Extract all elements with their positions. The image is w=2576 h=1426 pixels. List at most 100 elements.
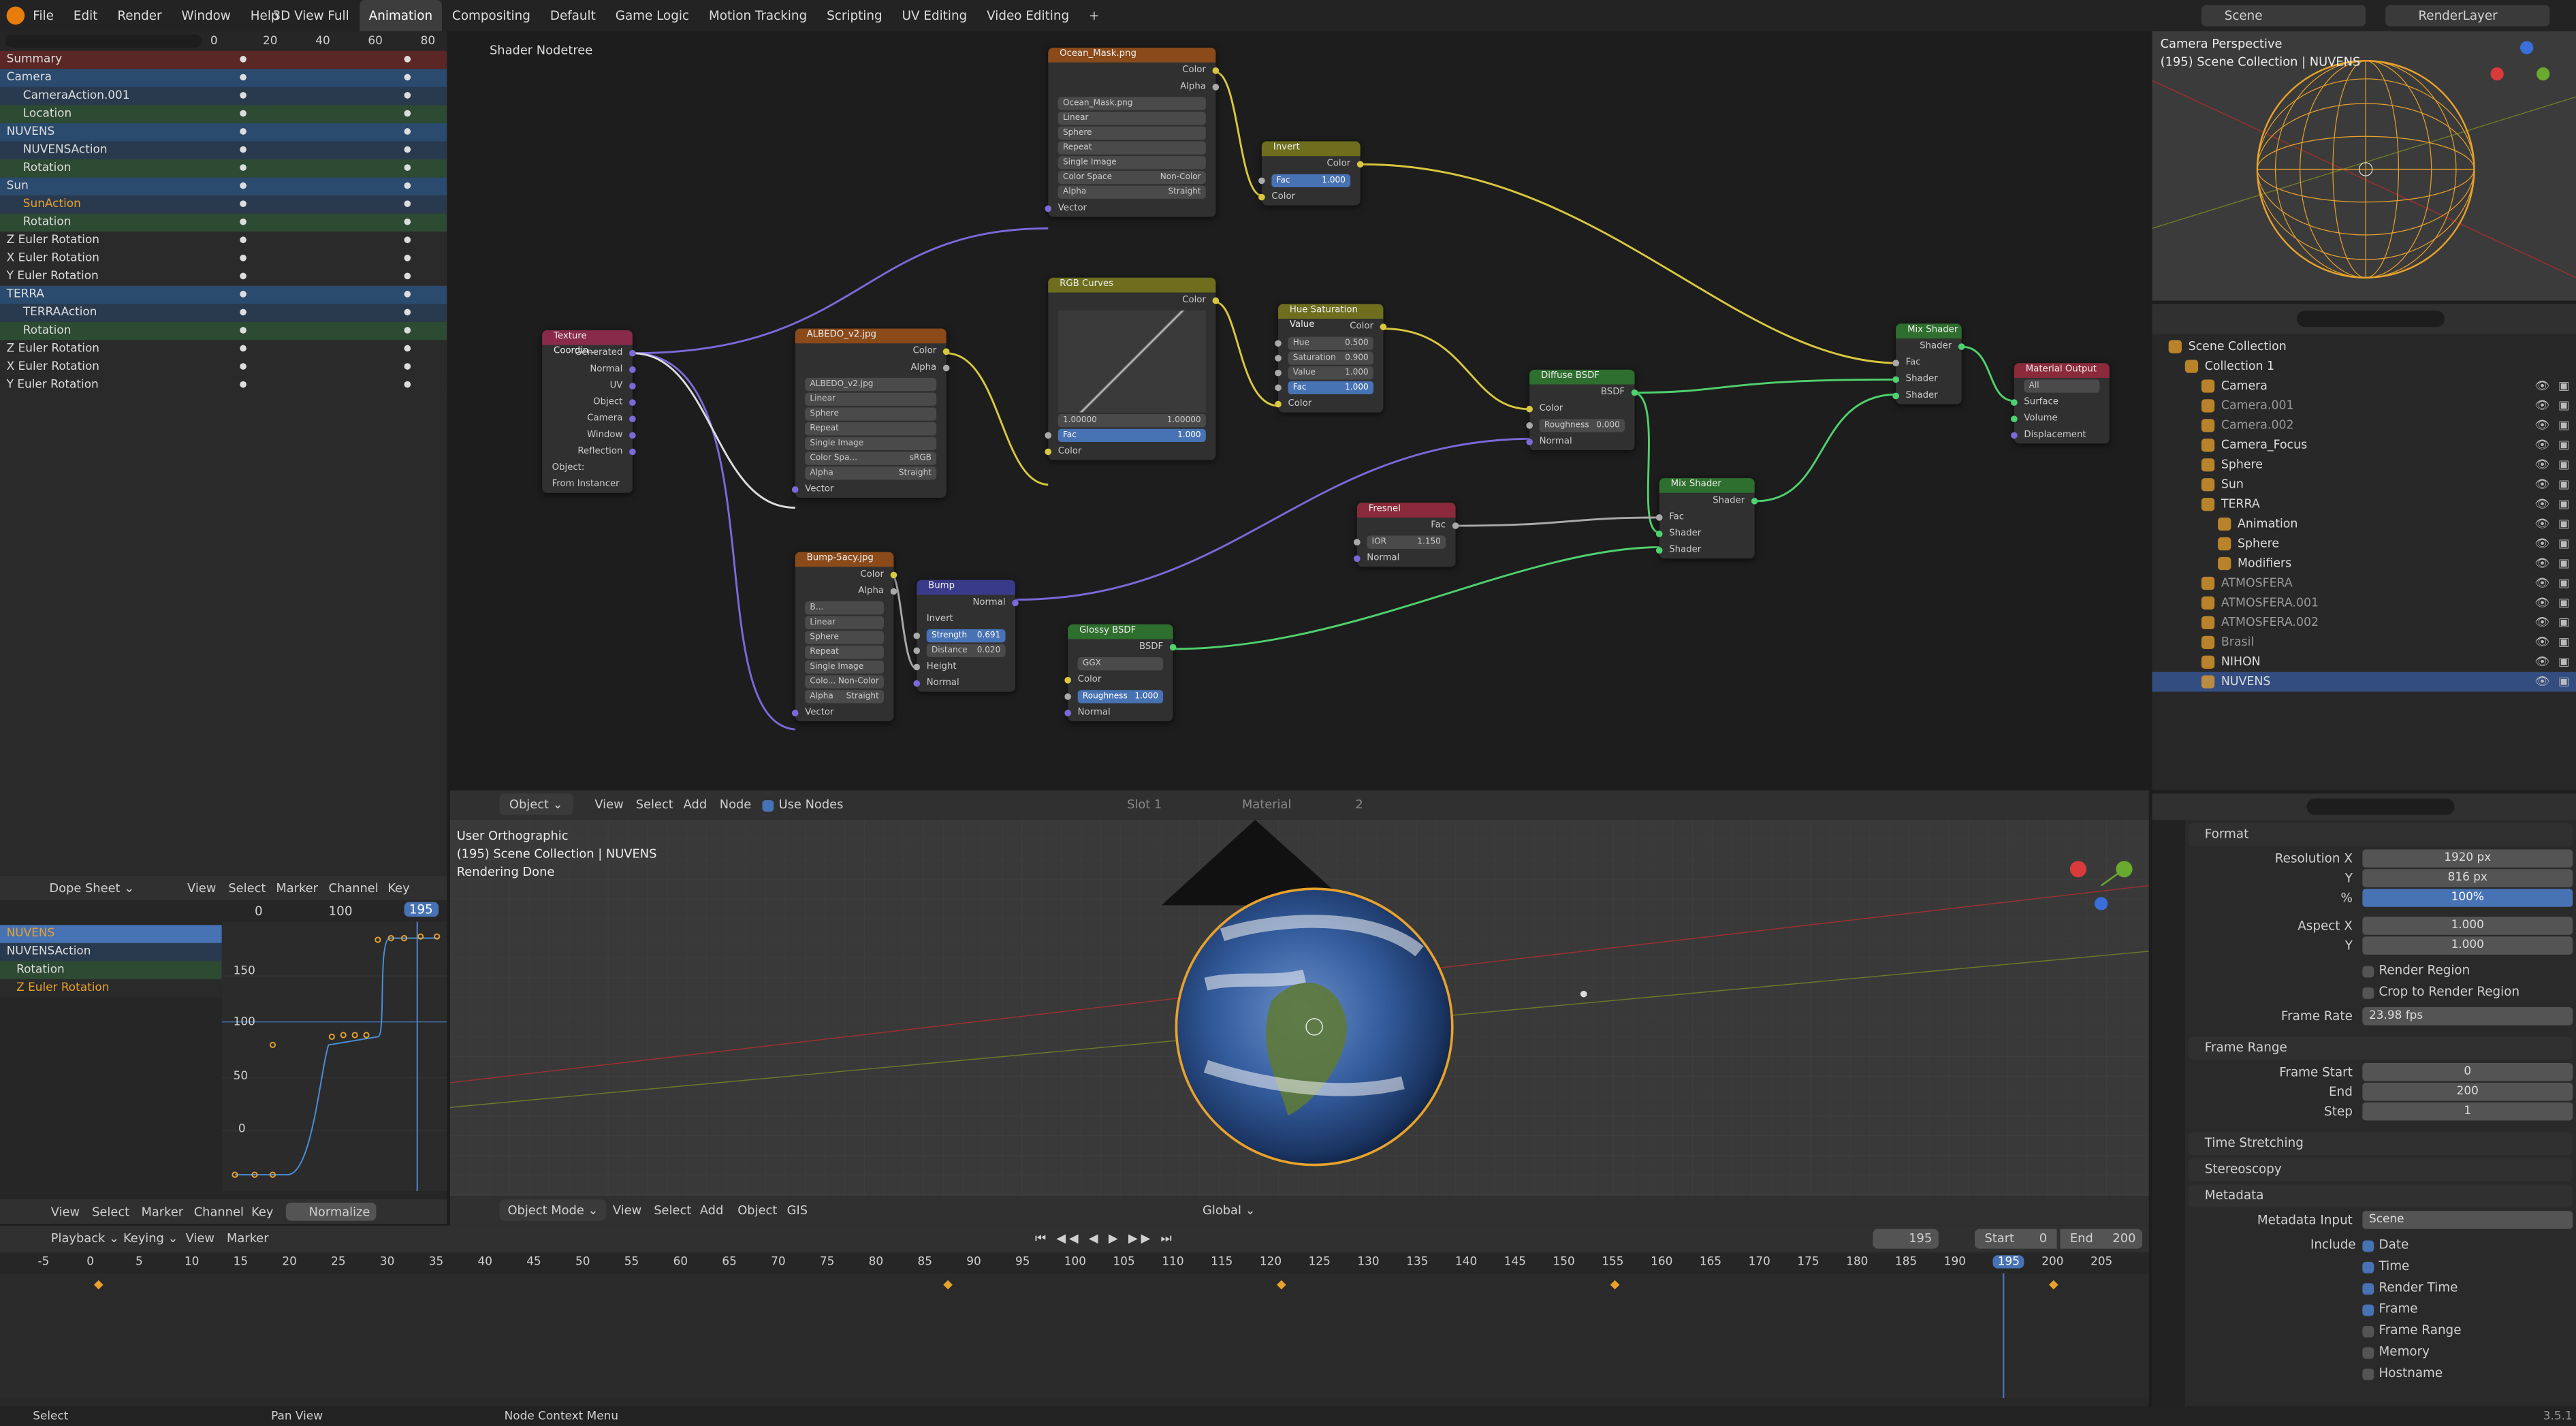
menu-add[interactable]: Add: [684, 790, 707, 819]
node-slider[interactable]: Fac 1.000: [1258, 174, 1351, 188]
menu-object[interactable]: Object: [737, 1196, 777, 1225]
eye-icon[interactable]: 👁: [2534, 455, 2549, 475]
node-header[interactable]: Mix Shader: [1659, 478, 1755, 493]
frame-range-section[interactable]: Frame Range: [2188, 1036, 2573, 1060]
node-socket[interactable]: [629, 366, 636, 373]
menu-add[interactable]: Add: [700, 1196, 724, 1225]
hue-saturation-value-node[interactable]: Hue Saturation Value Color Hue 0.500 Saturat…: [1275, 304, 1387, 413]
dopesheet-ruler[interactable]: 0 20 40 60 80: [210, 31, 447, 51]
outliner-item[interactable]: Collection 1: [2152, 357, 2576, 377]
menu-channel[interactable]: Channel: [329, 876, 379, 900]
checkbox[interactable]: [2362, 1239, 2374, 1252]
camera-icon[interactable]: ▣: [2558, 573, 2569, 593]
eye-icon[interactable]: 👁: [2534, 652, 2549, 672]
timeline-ruler[interactable]: -5 0 5 10 15 20 25 30 35 40 45 50 55 60 65 70 75 80 85 90 95…: [0, 1253, 2149, 1273]
frame-step-field-value[interactable]: 1: [2362, 1102, 2573, 1121]
dopesheet-channel[interactable]: Z Euler Rotation: [0, 232, 447, 250]
key-dot[interactable]: [240, 128, 247, 135]
metadata-date-checkbox[interactable]: Date: [2362, 1235, 2573, 1255]
camera-icon[interactable]: ▣: [2558, 376, 2569, 396]
metadata-frame-checkbox[interactable]: Frame: [2362, 1299, 2573, 1319]
keyframe[interactable]: [2048, 1280, 2058, 1290]
camera-icon[interactable]: ▣: [2558, 475, 2569, 494]
diffuse-bsdf-node[interactable]: Diffuse BSDF BSDF Color Roughness 0.000 Norma…: [1526, 369, 1638, 451]
eye-icon[interactable]: 👁: [2534, 633, 2549, 652]
node-socket[interactable]: [1169, 644, 1177, 651]
outliner-item[interactable]: ATMOSFERA.001 👁 ▣: [2152, 593, 2576, 613]
outliner-item[interactable]: Animation 👁 ▣: [2152, 514, 2576, 534]
eye-icon[interactable]: 👁: [2534, 415, 2549, 435]
node-socket[interactable]: [942, 364, 950, 372]
workspace-tab[interactable]: Default: [540, 0, 605, 31]
eye-icon[interactable]: 👁: [2534, 593, 2549, 613]
checkbox[interactable]: [2362, 1303, 2374, 1316]
node-socket[interactable]: [1354, 539, 1361, 545]
camera-icon[interactable]: ▣: [2558, 593, 2569, 613]
checkbox[interactable]: [2362, 1261, 2374, 1273]
fresnel-node[interactable]: Fresnel Fac IOR 1.150 Normal: [1354, 503, 1459, 567]
frame-rate-select-value[interactable]: 23.98 fps: [2362, 1007, 2573, 1026]
node-header[interactable]: Fresnel: [1356, 503, 1456, 518]
camera-icon[interactable]: ▣: [2558, 672, 2569, 692]
bump-node[interactable]: Bump Normal Invert Strength 0.691 Distance 0.0…: [913, 580, 1019, 692]
node-socket[interactable]: [890, 588, 897, 595]
eye-icon[interactable]: 👁: [2534, 573, 2549, 593]
texture-coordinate-node[interactable]: Texture Coordin... Generated Normal UV Objec…: [542, 330, 636, 493]
node-socket[interactable]: [1064, 693, 1072, 700]
node-socket[interactable]: [890, 571, 897, 579]
node-field[interactable]: Color Spa... sRGB: [805, 451, 937, 465]
node-socket[interactable]: [1526, 422, 1533, 429]
key-dot[interactable]: [404, 308, 411, 316]
key-dot[interactable]: [240, 200, 247, 207]
node-socket[interactable]: [1212, 67, 1220, 74]
stereoscopy-section[interactable]: Stereoscopy: [2188, 1158, 2573, 1182]
camera-icon[interactable]: ▣: [2558, 613, 2569, 633]
dopesheet-channel[interactable]: NUVENSAction: [0, 141, 447, 160]
current-frame-field[interactable]: 195: [1873, 1229, 1939, 1249]
eye-icon[interactable]: 👁: [2534, 475, 2549, 494]
node-field[interactable]: Alpha Straight: [1058, 185, 1206, 199]
key-dot[interactable]: [240, 236, 247, 244]
camera-icon[interactable]: ▣: [2558, 455, 2569, 475]
node-header[interactable]: Texture Coordin...: [542, 330, 633, 357]
outliner-item[interactable]: Camera_Focus 👁 ▣: [2152, 435, 2576, 455]
menu-gis[interactable]: GIS: [787, 1196, 808, 1225]
dopesheet-channel[interactable]: X Euler Rotation: [0, 358, 447, 377]
keyframe[interactable]: [1610, 1280, 1620, 1290]
outliner-item[interactable]: Camera.002 👁 ▣: [2152, 415, 2576, 435]
node-field[interactable]: Repeat: [805, 646, 884, 659]
outliner-item[interactable]: NUVENS 👁 ▣: [2152, 671, 2576, 692]
node-field[interactable]: Repeat: [1058, 141, 1206, 155]
playback-controls[interactable]: ⏮ ◀◀ ◀ ▶ ▶▶ ⏭: [1035, 1226, 1175, 1252]
node-socket[interactable]: [791, 486, 799, 493]
material-output-node[interactable]: Material Output All Surface Volume Displacem…: [2011, 363, 2110, 444]
image-file-field[interactable]: Ocean_Mask.png: [1058, 97, 1206, 110]
aspect-x-field-value[interactable]: 1.000: [2362, 917, 2573, 935]
eye-icon[interactable]: 👁: [2534, 534, 2549, 554]
node-field[interactable]: All: [2024, 379, 2100, 393]
workspace-tab[interactable]: Compositing: [443, 0, 541, 31]
dopesheet-channel[interactable]: TERRAAction: [0, 304, 447, 322]
camera-icon[interactable]: ▣: [2558, 494, 2569, 514]
metadata-render-time-checkbox[interactable]: Render Time: [2362, 1278, 2573, 1298]
frame-start-field-value[interactable]: 0: [2362, 1062, 2573, 1081]
node-header[interactable]: RGB Curves: [1048, 277, 1216, 293]
node-header[interactable]: Invert: [1261, 141, 1361, 157]
key-dot[interactable]: [404, 56, 411, 63]
key-dot[interactable]: [240, 218, 247, 225]
node-socket[interactable]: [1631, 389, 1638, 396]
node-socket[interactable]: [913, 647, 921, 654]
node-socket[interactable]: [1892, 392, 1900, 400]
node-field[interactable]: Single Image: [805, 437, 937, 451]
invert-node[interactable]: Invert Color Fac 1.000 Color: [1258, 141, 1364, 206]
node-socket[interactable]: [1655, 514, 1663, 521]
workspace-tab[interactable]: Scripting: [817, 0, 892, 31]
key-dot[interactable]: [404, 182, 411, 189]
node-socket[interactable]: [1275, 400, 1282, 408]
camera-icon[interactable]: ▣: [2558, 633, 2569, 652]
node-socket[interactable]: [1012, 599, 1019, 607]
metadata-section[interactable]: Metadata: [2188, 1184, 2573, 1208]
keying-menu[interactable]: Keying ⌄: [123, 1226, 178, 1252]
node-socket[interactable]: [1655, 530, 1663, 537]
eye-icon[interactable]: 👁: [2534, 396, 2549, 415]
